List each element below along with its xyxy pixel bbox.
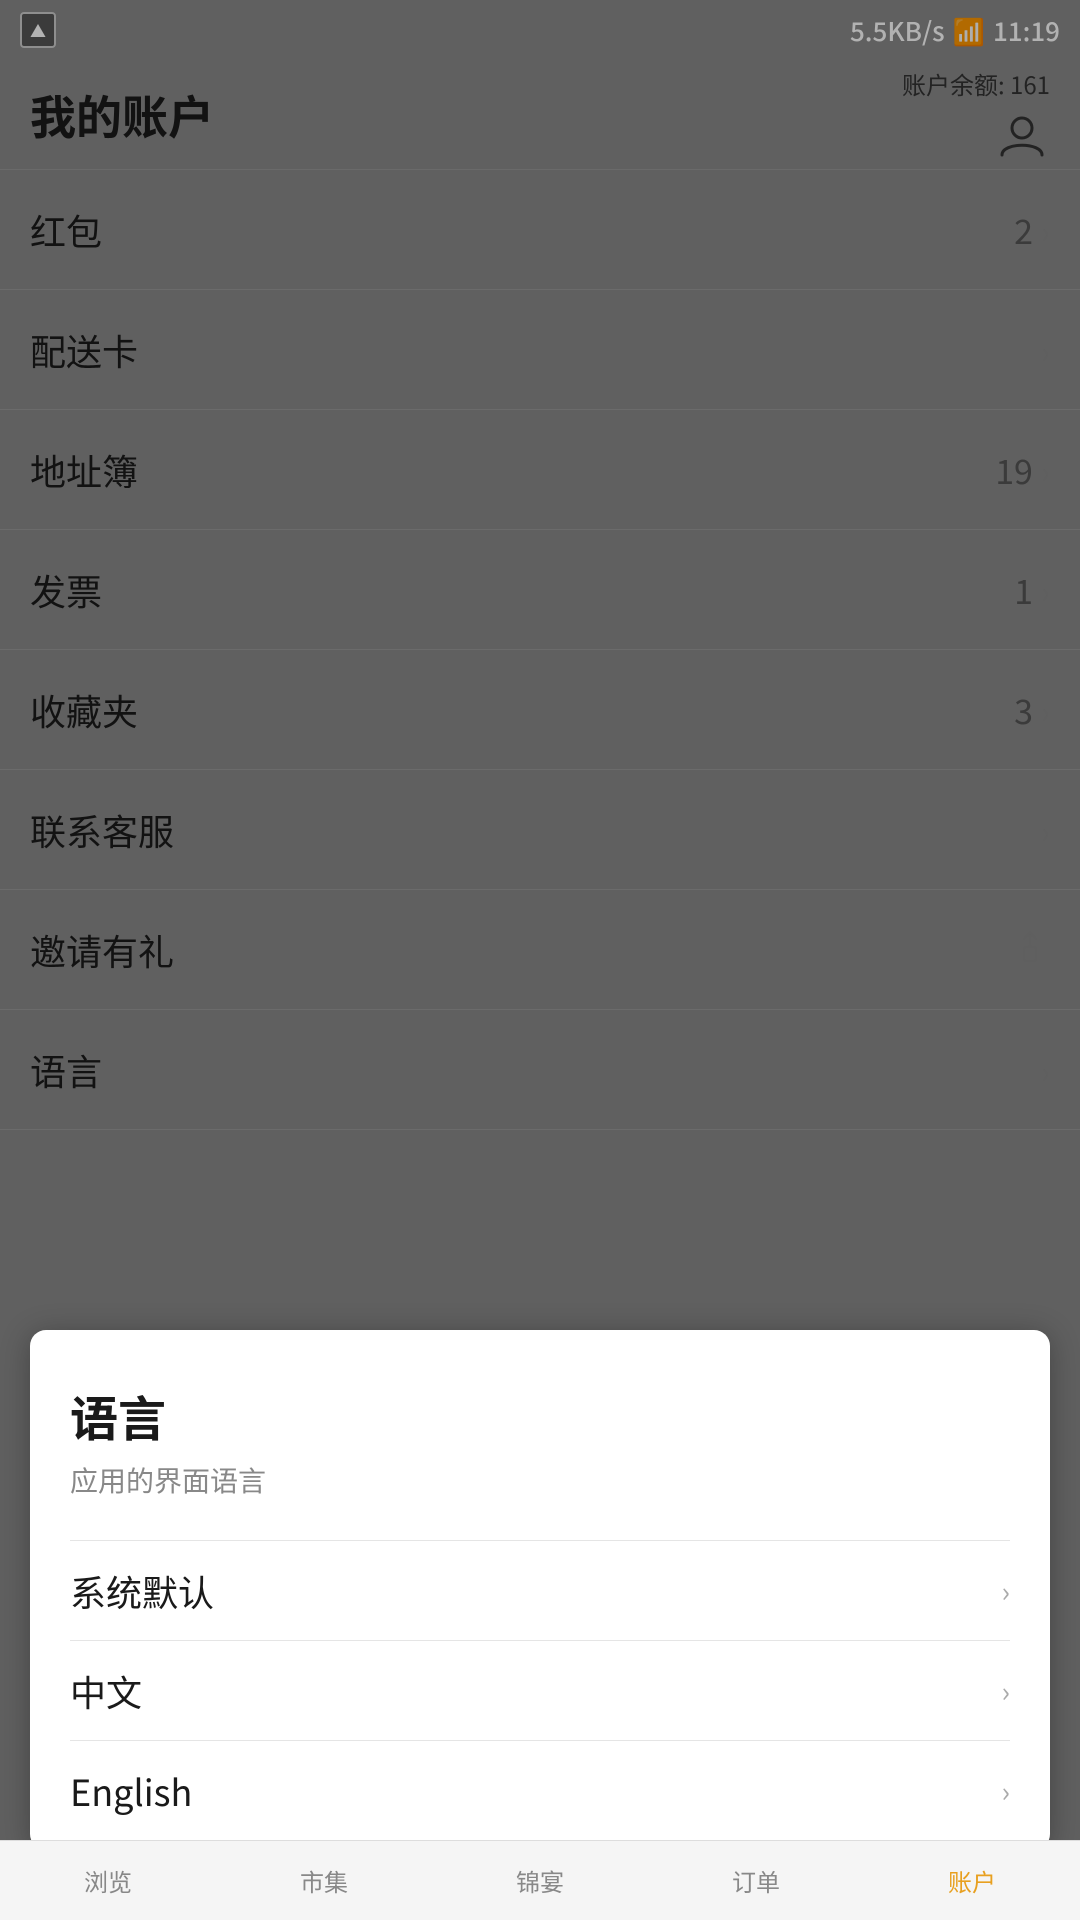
language-option-english[interactable]: English › [70,1740,1010,1840]
nav-item-market[interactable]: 市集 [216,1841,432,1920]
chevron-right-icon: › [1002,1771,1010,1811]
nav-item-account[interactable]: 账户 [864,1841,1080,1920]
nav-label-market: 市集 [300,1863,348,1898]
modal-subtitle: 应用的界面语言 [70,1460,1010,1500]
language-option-label-english: English [70,1765,192,1817]
nav-label-orders: 订单 [732,1863,780,1898]
language-modal: 语言 应用的界面语言 系统默认 › 中文 › English › [30,1330,1050,1850]
language-option-chinese[interactable]: 中文 › [70,1640,1010,1740]
nav-item-jinyan[interactable]: 锦宴 [432,1841,648,1920]
nav-label-browse: 浏览 [84,1863,132,1898]
language-option-label-system: 系统默认 [70,1565,214,1617]
modal-title: 语言 [70,1380,1010,1450]
chevron-right-icon: › [1002,1671,1010,1711]
bottom-nav: 浏览 市集 锦宴 订单 账户 [0,1840,1080,1920]
language-option-label-chinese: 中文 [70,1665,142,1717]
nav-label-jinyan: 锦宴 [516,1863,564,1898]
chevron-right-icon: › [1002,1571,1010,1611]
nav-item-orders[interactable]: 订单 [648,1841,864,1920]
nav-item-browse[interactable]: 浏览 [0,1841,216,1920]
language-option-system[interactable]: 系统默认 › [70,1540,1010,1640]
nav-label-account: 账户 [948,1863,996,1898]
